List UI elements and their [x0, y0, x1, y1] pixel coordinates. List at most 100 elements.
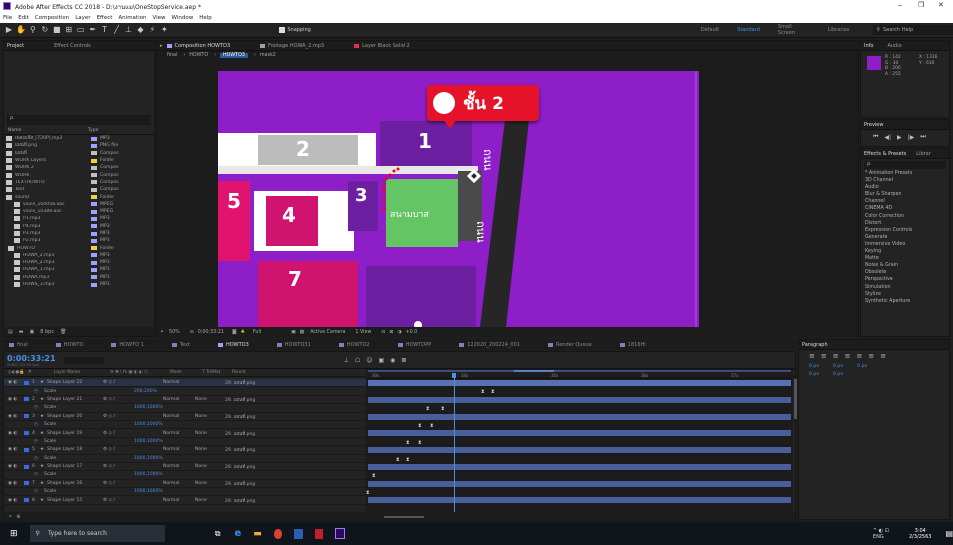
- scale-property-row[interactable]: ◷ Scale 200,200%: [4, 387, 366, 396]
- layer-switches[interactable]: ⚙ ◇ /: [103, 414, 163, 419]
- tab-composition[interactable]: Composition HOWTO3: [175, 43, 231, 49]
- region-icon[interactable]: ▣: [291, 330, 296, 335]
- chrome-icon[interactable]: [273, 528, 283, 539]
- layer-switches[interactable]: ⚙ ◇ /: [103, 481, 163, 486]
- scale-track[interactable]: ⧗ ⧗: [366, 421, 793, 430]
- timeline-tab[interactable]: HOWTO31: [276, 342, 311, 348]
- parent-select[interactable]: 29. แผนที่.png: [225, 430, 279, 437]
- zoom-select[interactable]: 50%: [169, 330, 180, 335]
- brush-tool-icon[interactable]: ╱: [112, 25, 122, 35]
- menu-animation[interactable]: Animation: [118, 15, 146, 21]
- acrobat-icon[interactable]: [314, 528, 324, 539]
- parent-select[interactable]: 29. แผนที่.png: [225, 446, 279, 453]
- effect-category[interactable]: Immersive Video: [861, 242, 949, 249]
- systray-icons[interactable]: ^ ◐ ⊡ ENG: [873, 528, 897, 540]
- scale-track[interactable]: ⧗ ⧗: [366, 404, 793, 413]
- layer-switches[interactable]: ⚙ ◇ /: [103, 447, 163, 452]
- project-item[interactable]: WORK 2 Compos: [4, 164, 154, 171]
- keyframe-icon[interactable]: ⧗: [418, 423, 422, 429]
- after-effects-icon[interactable]: [335, 528, 345, 539]
- timeline-tab[interactable]: HOWTO2: [338, 342, 370, 348]
- parent-select[interactable]: 29. แผนที่.png: [225, 396, 279, 403]
- windows-start-icon[interactable]: ⊞: [10, 529, 18, 539]
- trkmat-select[interactable]: None: [195, 397, 225, 402]
- edge-icon[interactable]: e: [234, 528, 241, 539]
- justify-right-icon[interactable]: ≡: [868, 352, 874, 360]
- scale-property-row[interactable]: ◷ Scale 1000,1000%: [4, 421, 366, 430]
- snapping-toggle[interactable]: Snapping: [279, 27, 311, 33]
- tab-effects-presets[interactable]: Effects & Presets: [864, 151, 906, 157]
- bpc-label[interactable]: 8 bpc: [40, 329, 54, 335]
- project-item[interactable]: เพลงแจ๊ส_[720P].mp3 MP3: [4, 135, 154, 142]
- visibility-icon[interactable]: ◉ ◐: [4, 498, 24, 503]
- scale-track[interactable]: ⧗ ⧗: [366, 387, 793, 396]
- align-center-icon[interactable]: ≡: [821, 352, 827, 360]
- project-item[interactable]: HOWA_2.mp3 MP3: [4, 259, 154, 266]
- toggle-switches-icon[interactable]: ⚭: [8, 514, 12, 520]
- stopwatch-icon[interactable]: ◷: [4, 489, 44, 494]
- project-item[interactable]: P3.mp3 MP3: [4, 230, 154, 237]
- toggle-modes-icon[interactable]: ⊕: [16, 514, 20, 520]
- taskbar-search[interactable]: ⚲ Type here to search: [29, 525, 165, 542]
- layer-row[interactable]: ◉ ◐ 5 ★ Shape Layer 18 ⚙ ◇ / Normal None 29. แผ…: [4, 446, 366, 455]
- keyframe-icon[interactable]: ⧗: [491, 389, 495, 395]
- menu-help[interactable]: Help: [199, 15, 212, 21]
- keyframe-icon[interactable]: ⧗: [418, 440, 422, 446]
- layer-switches[interactable]: ⚙ ◇ /: [103, 464, 163, 469]
- layer-row[interactable]: ◉ ◐ 1 ★ Shape Layer 22 ⚙ ◇ / Normal 29. แผนที่…: [4, 379, 366, 388]
- rectangle-tool-icon[interactable]: ▭: [76, 25, 86, 35]
- justify-center-icon[interactable]: ≡: [857, 352, 863, 360]
- project-item[interactable]: WORK Layers Folder: [4, 157, 154, 164]
- new-folder-icon[interactable]: ▬: [19, 329, 24, 335]
- align-left-icon[interactable]: ≡: [809, 352, 815, 360]
- workspace-libraries[interactable]: Libraries: [828, 27, 850, 33]
- tab-project[interactable]: Project: [7, 43, 24, 49]
- eraser-tool-icon[interactable]: ◆: [136, 25, 146, 35]
- layer-switches[interactable]: ⚙ ◇ /: [103, 431, 163, 436]
- project-item[interactable]: Text Compos: [4, 186, 154, 193]
- scale-value[interactable]: 1000,1000%: [134, 489, 163, 494]
- scale-value[interactable]: 1000,1000%: [134, 472, 163, 477]
- visibility-icon[interactable]: ◉ ◐: [4, 481, 24, 486]
- project-item[interactable]: HOWA_1.mp3 MP3: [4, 266, 154, 273]
- stopwatch-icon[interactable]: ◷: [4, 405, 44, 410]
- project-item[interactable]: HOWS_3.mp3 MP3: [4, 281, 154, 288]
- comp-flow-icon[interactable]: ⊥: [344, 357, 349, 364]
- visibility-icon[interactable]: ◉ ◐: [4, 431, 24, 436]
- work-area-bar[interactable]: [368, 370, 791, 372]
- space-before-field[interactable]: 0 px: [809, 372, 819, 377]
- scale-property-row[interactable]: ◷ Scale 1000,1000%: [4, 471, 366, 480]
- mode-select[interactable]: Normal: [163, 414, 195, 419]
- mode-select[interactable]: Normal: [163, 481, 195, 486]
- clock-date[interactable]: 2/3/2563: [909, 534, 931, 540]
- layer-name[interactable]: Shape Layer 17: [47, 464, 103, 469]
- timeline-tab[interactable]: final: [9, 342, 28, 348]
- pan-behind-tool-icon[interactable]: ⊞: [64, 25, 74, 35]
- mode-select[interactable]: Normal: [163, 380, 195, 385]
- rotate-tool-icon[interactable]: ↻: [40, 25, 50, 35]
- project-item[interactable]: voice_104058.aac MPEG: [4, 201, 154, 208]
- layer-name[interactable]: Shape Layer 20: [47, 414, 103, 419]
- resolution-icon[interactable]: ⊞: [190, 330, 194, 335]
- tab-preview[interactable]: Preview: [864, 122, 883, 128]
- parent-select[interactable]: 29. แผนที่.png: [225, 379, 279, 386]
- layer-bar[interactable]: [368, 447, 791, 454]
- graph-editor-icon[interactable]: ⊠: [401, 357, 406, 364]
- layer-track[interactable]: [366, 429, 793, 438]
- layer-bar[interactable]: [368, 413, 791, 420]
- mode-select[interactable]: Normal: [163, 447, 195, 452]
- scale-property-row[interactable]: ◷ Scale 1000,1000%: [4, 488, 366, 497]
- layer-bar[interactable]: [368, 480, 791, 487]
- indent-left-field[interactable]: 0 px: [809, 364, 819, 369]
- mode-select[interactable]: Normal: [163, 498, 195, 503]
- col-name[interactable]: Name: [8, 128, 88, 133]
- tab-footage[interactable]: Footage HOWA_2.mp3: [268, 43, 324, 49]
- space-after-field[interactable]: 0 px: [833, 372, 843, 377]
- keyframe-icon[interactable]: ⧗: [430, 423, 434, 429]
- tab-info[interactable]: Info: [864, 43, 873, 49]
- stopwatch-icon[interactable]: ◷: [4, 389, 44, 394]
- workspace-small-screen[interactable]: Small Screen: [778, 24, 810, 36]
- parent-select[interactable]: 29. แผนที่.png: [225, 463, 279, 470]
- effect-category[interactable]: Simulation: [861, 285, 949, 292]
- selection-tool-icon[interactable]: ▶: [4, 25, 14, 35]
